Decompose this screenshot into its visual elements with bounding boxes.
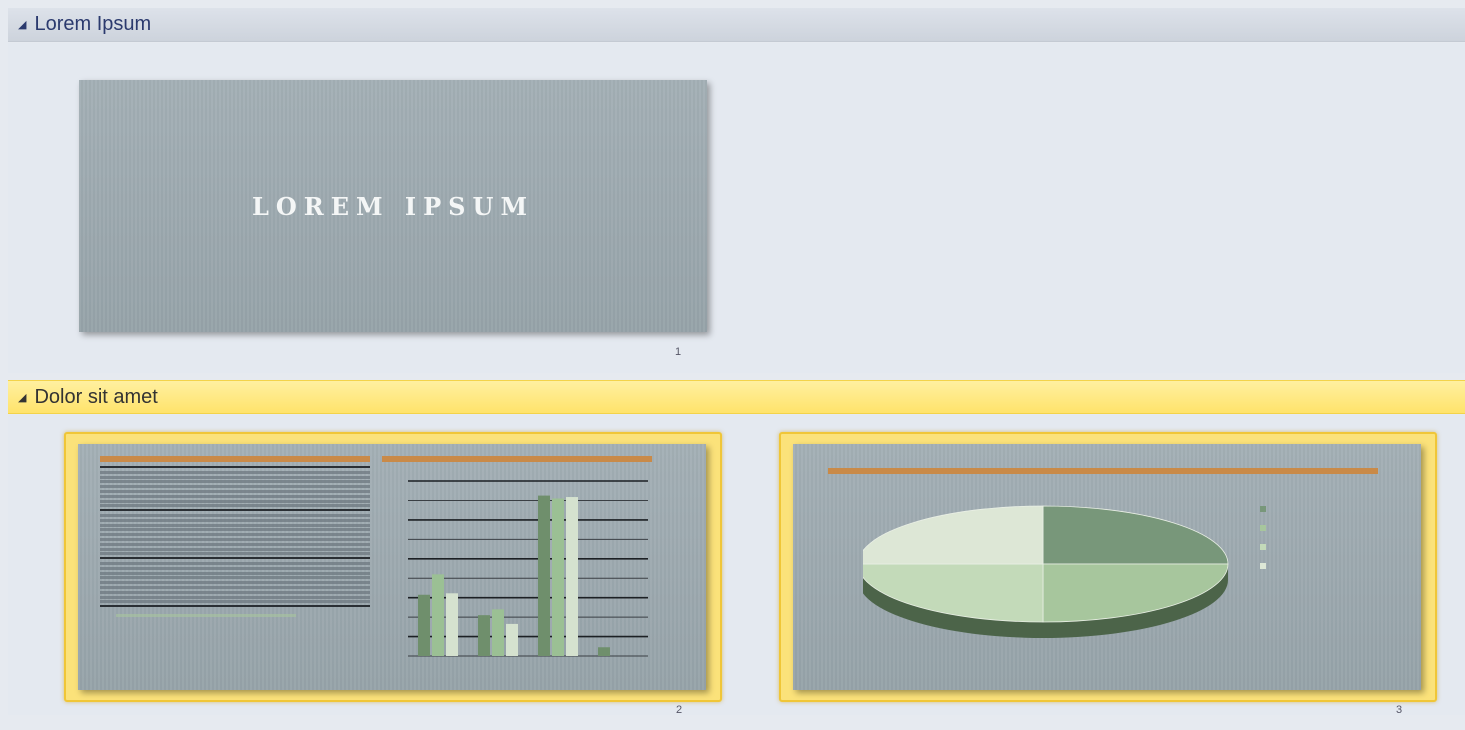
pie-chart [863,505,1229,638]
table-row [100,485,370,489]
table-footnote [116,614,296,617]
bar [538,495,550,656]
table-divider [100,605,370,608]
section-title: Lorem Ipsum [34,13,152,35]
bar [418,594,430,656]
pie-slice [863,505,1044,565]
bar [598,647,610,656]
table-row [100,600,370,604]
section-header-2[interactable]: ◢ Dolor sit amet [8,380,1465,414]
pie-slice [863,563,1044,623]
table-row [100,576,370,580]
table-row [100,547,370,551]
table-row [100,581,370,585]
table-row [100,586,370,589]
bar-chart [408,480,648,657]
collapse-triangle-icon[interactable]: ◢ [18,391,26,404]
pie-slice [1042,563,1229,623]
table-divider [100,557,370,560]
legend-swatch [1260,525,1266,531]
table-row [100,533,370,537]
table-row [100,566,370,570]
pie-slice [1042,505,1229,565]
bar [492,609,504,656]
table-row [100,518,370,522]
slide-thumbnail-1[interactable]: LOREM IPSUM [79,80,707,332]
slide-number-3: 3 [1396,704,1403,716]
collapse-triangle-icon[interactable]: ◢ [18,18,26,31]
slide-number-1: 1 [675,346,682,358]
bar [446,593,458,656]
slide-thumbnail-2[interactable] [78,444,706,690]
table-row [100,528,370,532]
bar [432,574,444,656]
table-row [100,595,370,599]
bar [552,498,564,656]
table-row [100,470,370,474]
bar [506,623,518,656]
table-row [100,552,370,556]
chart-header-bar [382,456,652,462]
table-header-bar [100,456,370,462]
table-row [100,490,370,493]
table-row [100,475,370,479]
table-row [100,514,370,517]
table-divider [100,466,370,468]
table-row [100,538,370,541]
table-row [100,504,370,508]
slide-number-2: 2 [676,704,683,716]
section-title: Dolor sit amet [34,385,158,408]
table-row [100,562,370,565]
bar [566,497,578,656]
table-row [100,499,370,503]
legend-swatch [1260,563,1266,569]
table-row [100,523,370,527]
table-row [100,494,370,498]
table-row [100,480,370,484]
legend-swatch [1260,544,1266,550]
slide-title-text: LOREM IPSUM [251,192,535,221]
section-header-1[interactable]: ◢ Lorem Ipsum [8,8,1465,42]
table-divider [100,509,370,512]
table-row [100,590,370,594]
chart-header-bar [828,468,1378,474]
table-row [100,542,370,546]
legend-swatch [1260,506,1266,512]
slide-thumbnail-3[interactable] [793,444,1421,690]
table-row [100,571,370,575]
bar [478,615,490,656]
